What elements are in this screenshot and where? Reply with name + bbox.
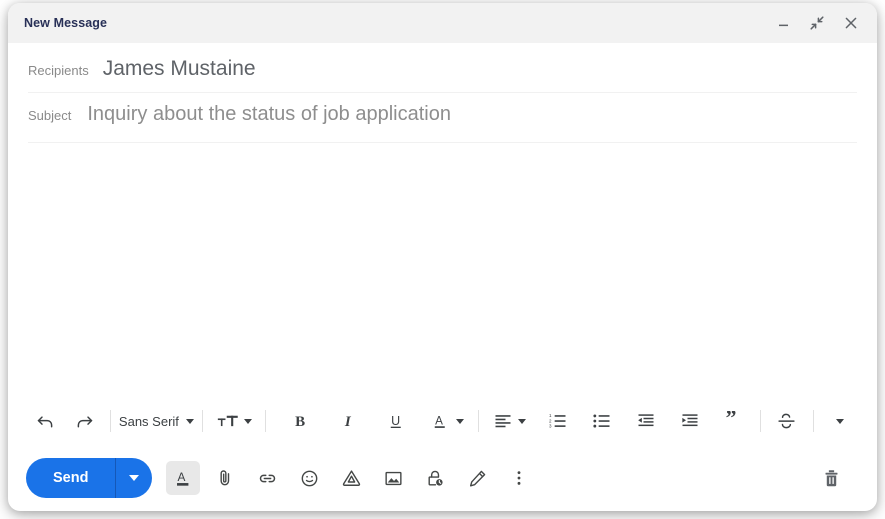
text-size-icon <box>217 412 239 431</box>
minimize-icon <box>776 16 791 31</box>
indent-more-icon <box>680 411 700 431</box>
svg-text:A: A <box>435 414 443 427</box>
subject-input[interactable]: Inquiry about the status of job applicat… <box>87 103 451 126</box>
recipients-row[interactable]: Recipients James Mustaine <box>28 43 857 93</box>
svg-text:”: ” <box>726 411 737 430</box>
action-icons: A <box>166 461 536 495</box>
text-size-dropdown[interactable] <box>214 404 255 438</box>
discard-draft-button[interactable] <box>813 460 849 496</box>
send-options-button[interactable] <box>116 458 152 498</box>
text-color-dropdown[interactable]: A <box>427 404 466 438</box>
toolbar-separator <box>265 410 267 432</box>
indent-more-button[interactable] <box>675 404 705 438</box>
chevron-down-icon <box>517 418 526 424</box>
trash-icon <box>821 468 842 489</box>
svg-text:3: 3 <box>549 423 552 428</box>
insert-drive-button[interactable] <box>334 461 368 495</box>
insert-photo-button[interactable] <box>376 461 410 495</box>
window-title: New Message <box>24 16 108 30</box>
close-icon <box>843 15 859 31</box>
formatting-toolbar: Sans Serif B I U A 1 2 3 ” <box>8 397 877 445</box>
font-family-label: Sans Serif <box>118 413 179 429</box>
underline-icon: U <box>387 411 407 431</box>
minimize-button[interactable] <box>773 13 793 33</box>
titlebar: New Message <box>8 3 877 43</box>
lock-clock-icon <box>425 468 446 489</box>
send-button-group[interactable]: Send <box>26 458 153 498</box>
italic-button[interactable]: I <box>334 404 364 438</box>
numbered-list-button[interactable]: 1 2 3 <box>543 404 573 438</box>
svg-text:I: I <box>344 414 352 430</box>
pen-icon <box>467 468 488 489</box>
insert-emoji-button[interactable] <box>292 461 326 495</box>
message-body-input[interactable] <box>8 143 877 397</box>
quote-button[interactable]: ” <box>719 404 749 438</box>
chevron-down-icon <box>835 418 844 424</box>
toolbar-separator <box>477 410 479 432</box>
strikethrough-button[interactable] <box>772 404 802 438</box>
google-drive-icon <box>341 468 362 489</box>
exit-full-screen-icon <box>809 15 825 31</box>
bulleted-list-button[interactable] <box>587 404 617 438</box>
compose-window: New Message Recipients James Mustaine Su… <box>8 3 877 511</box>
formatting-options-button[interactable]: A <box>166 461 201 495</box>
svg-text:B: B <box>296 414 306 430</box>
quote-icon: ” <box>724 411 744 431</box>
image-icon <box>383 468 404 489</box>
chevron-down-icon <box>129 475 140 481</box>
emoji-icon <box>299 468 320 489</box>
exit-full-screen-button[interactable] <box>807 13 827 33</box>
align-left-icon <box>493 411 513 431</box>
svg-text:1: 1 <box>549 413 552 418</box>
align-dropdown[interactable] <box>490 404 529 438</box>
toolbar-separator <box>201 410 203 432</box>
subject-row[interactable]: Subject Inquiry about the status of job … <box>28 93 857 143</box>
redo-icon <box>74 411 95 432</box>
chevron-down-icon <box>455 418 464 424</box>
link-icon <box>257 468 278 489</box>
italic-icon: I <box>339 411 359 431</box>
toolbar-separator <box>110 410 111 432</box>
numbered-list-icon: 1 2 3 <box>548 411 568 431</box>
toolbar-separator <box>812 410 814 432</box>
recipients-input[interactable]: James Mustaine <box>103 57 256 81</box>
more-options-button[interactable] <box>502 461 536 495</box>
bold-button[interactable]: B <box>286 404 316 438</box>
more-formatting-button[interactable] <box>825 404 855 438</box>
close-button[interactable] <box>841 13 861 33</box>
svg-text:A: A <box>178 470 186 484</box>
chevron-down-icon <box>185 418 194 424</box>
confidential-mode-button[interactable] <box>418 461 452 495</box>
svg-text:U: U <box>392 414 401 428</box>
text-color-icon: A <box>431 411 451 431</box>
toolbar-separator <box>759 410 761 432</box>
strikethrough-icon <box>776 411 797 432</box>
chevron-down-icon <box>243 418 252 424</box>
bulleted-list-icon <box>592 411 612 431</box>
undo-icon <box>35 411 56 432</box>
window-controls <box>773 13 865 33</box>
bold-icon: B <box>291 411 311 431</box>
insert-signature-button[interactable] <box>460 461 494 495</box>
paperclip-icon <box>215 468 235 488</box>
attach-file-button[interactable] <box>208 461 242 495</box>
action-bar: Send A <box>8 445 877 511</box>
more-vertical-icon <box>509 468 529 488</box>
recipients-label: Recipients <box>28 63 89 78</box>
redo-button[interactable] <box>69 404 99 438</box>
formatting-options-icon: A <box>173 468 194 489</box>
send-button[interactable]: Send <box>26 458 115 498</box>
subject-label: Subject <box>28 108 72 123</box>
font-family-dropdown[interactable]: Sans Serif <box>118 404 194 438</box>
underline-button[interactable]: U <box>382 404 412 438</box>
header-fields: Recipients James Mustaine Subject Inquir… <box>8 43 877 143</box>
indent-less-button[interactable] <box>631 404 661 438</box>
insert-link-button[interactable] <box>250 461 284 495</box>
svg-text:2: 2 <box>549 418 552 423</box>
undo-button[interactable] <box>30 404 60 438</box>
indent-less-icon <box>636 411 656 431</box>
